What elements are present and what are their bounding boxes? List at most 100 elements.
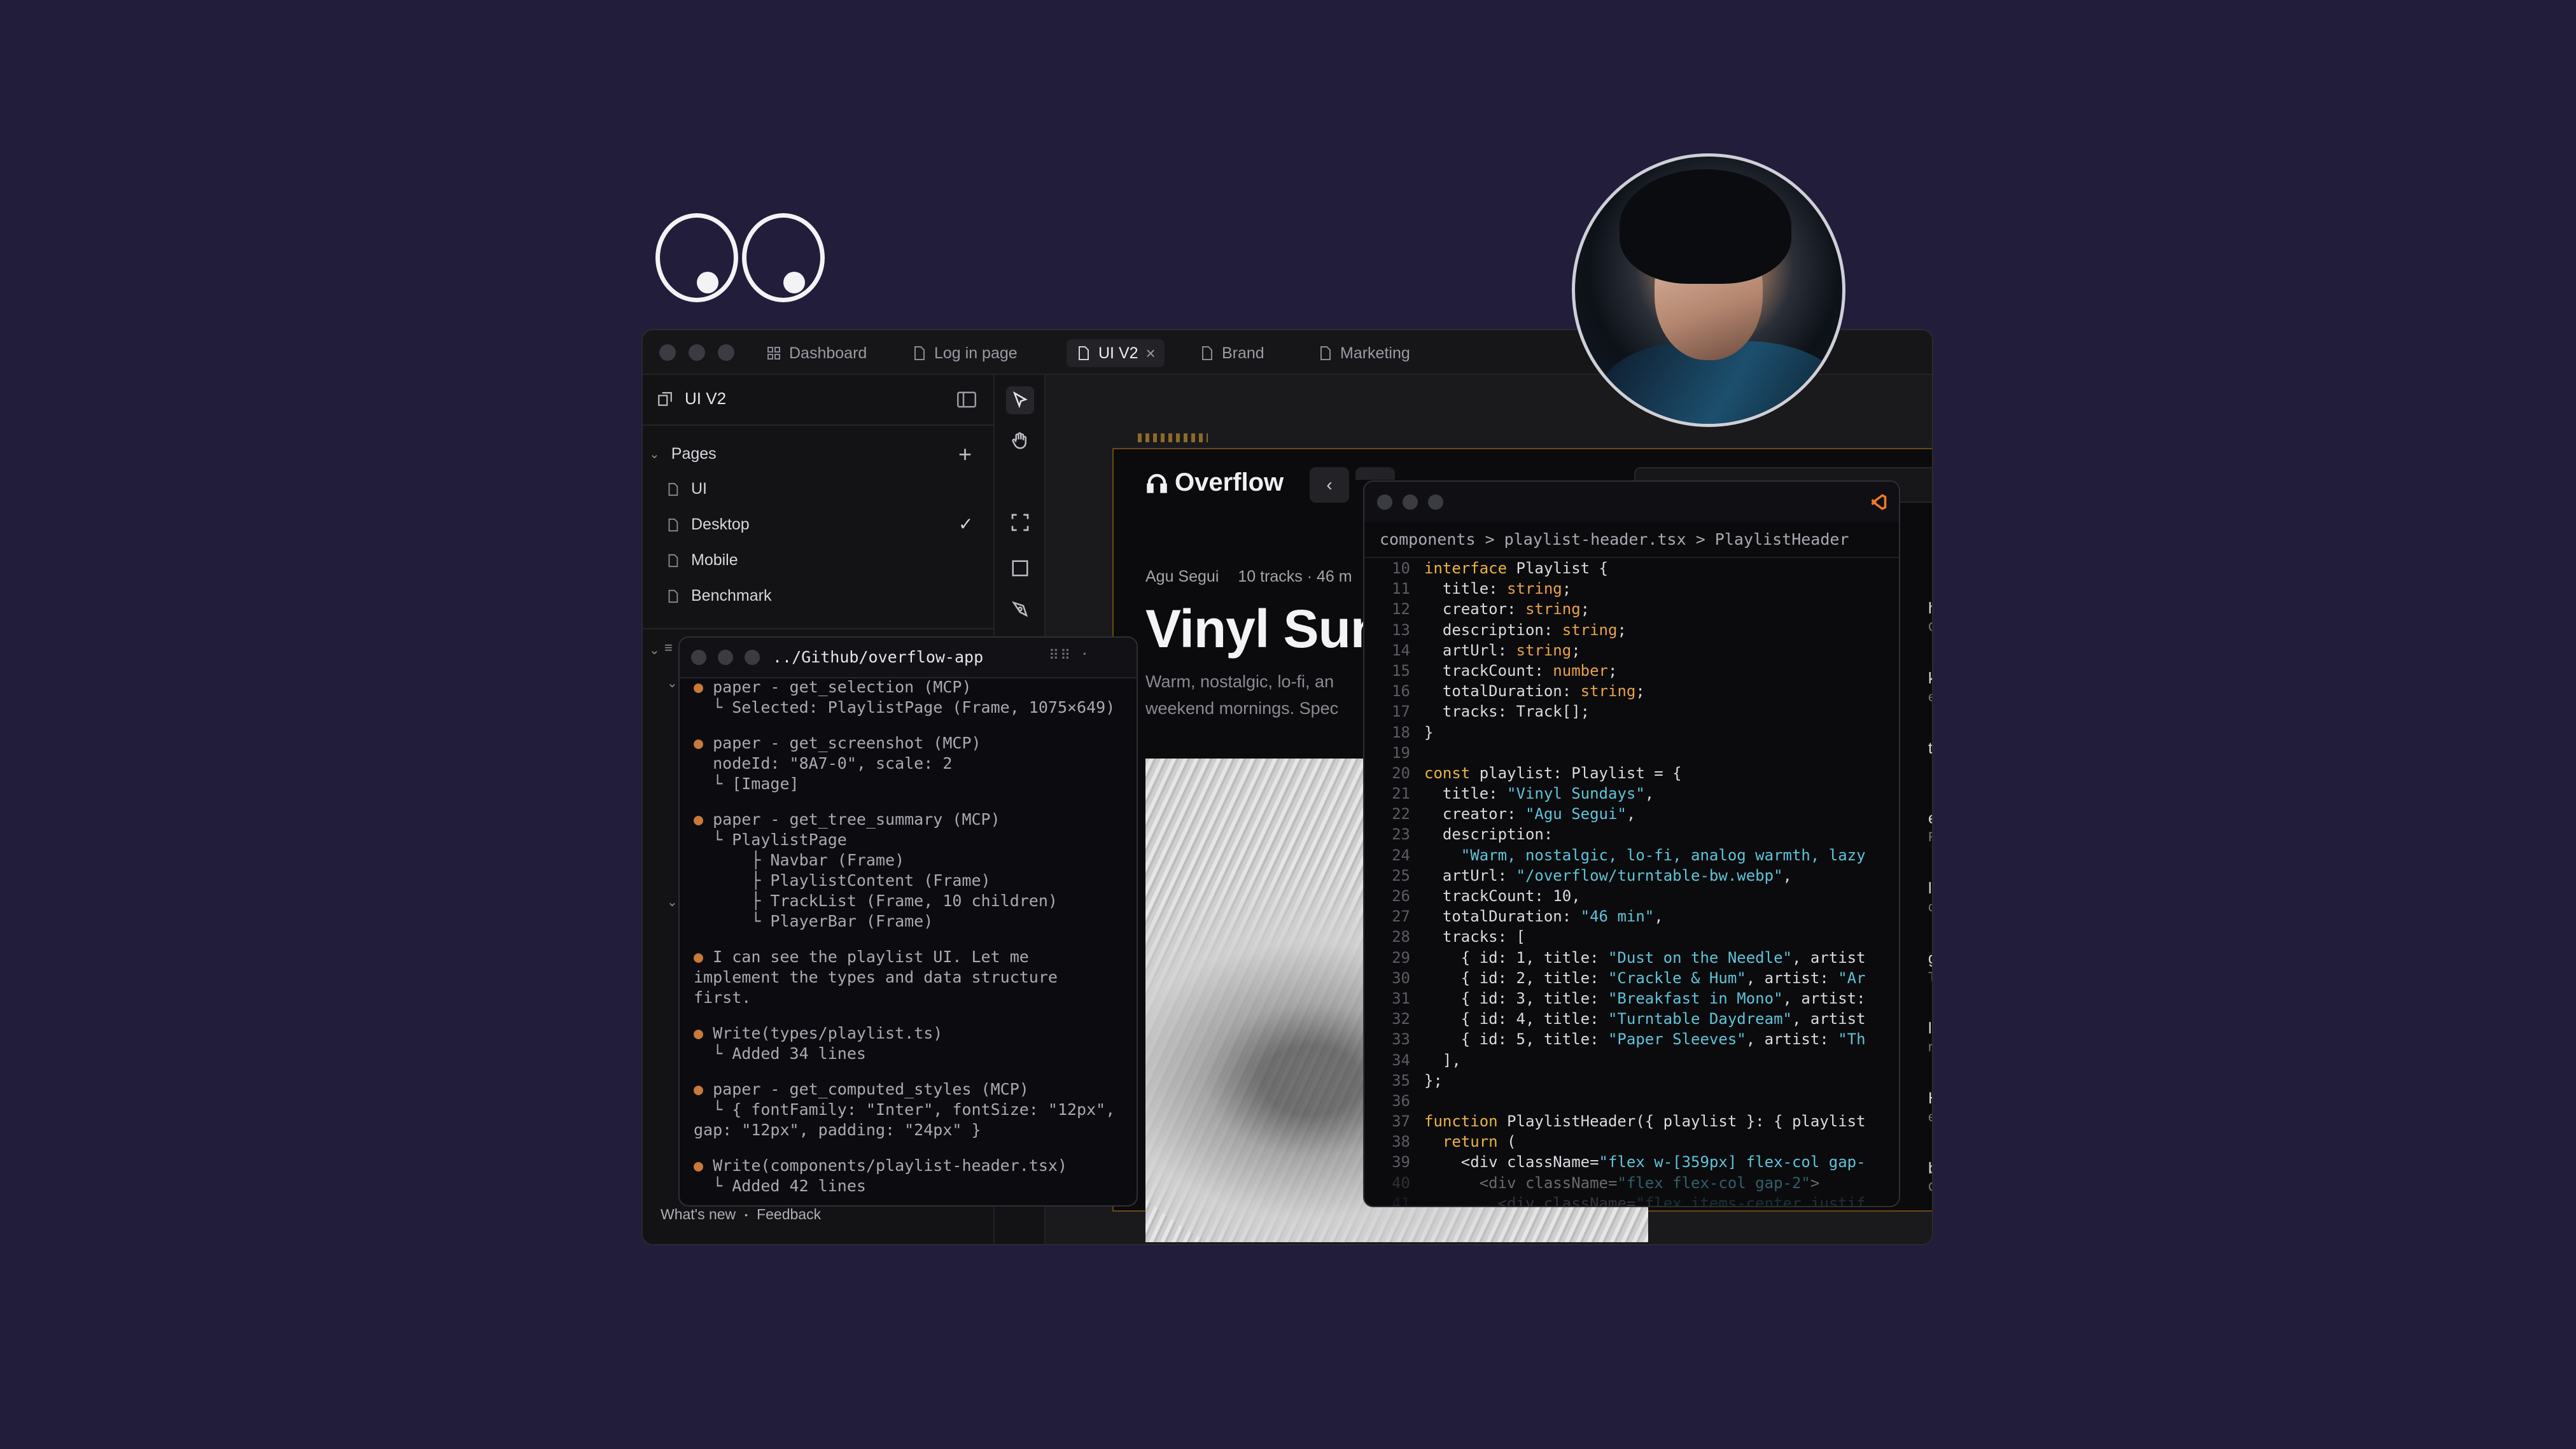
frame-icon <box>1011 514 1029 531</box>
chevron-down-icon: ⌄ <box>649 447 660 461</box>
code-line: 16 totalDuration: string; <box>1364 681 1899 701</box>
close-window-button[interactable] <box>1377 494 1392 510</box>
right-eye-icon <box>742 213 825 302</box>
select-tool[interactable] <box>1006 386 1034 414</box>
line-number: 26 <box>1392 887 1410 905</box>
line-number: 31 <box>1392 989 1410 1007</box>
add-page-icon[interactable]: + <box>958 441 972 468</box>
code-text: { id: 5, title: "Paper Sleeves", artist:… <box>1424 1030 1866 1049</box>
terminal-output-line: └ PlaylistPage <box>694 830 847 850</box>
chevron-down-icon[interactable]: ⌄ <box>649 642 660 658</box>
toggle-sidebar-icon[interactable] <box>957 391 976 408</box>
page-item-label: Benchmark <box>691 587 772 605</box>
chevron-down-icon[interactable]: ⌄ <box>667 675 678 691</box>
track-artist: Groo <box>1928 620 1932 635</box>
close-window-button[interactable] <box>691 650 706 665</box>
vscode-icon[interactable] <box>1870 493 1887 511</box>
hand-tool[interactable] <box>1006 427 1034 455</box>
minimize-window-button[interactable] <box>689 344 705 361</box>
page-item-label: Desktop <box>691 515 750 533</box>
code-line: 36 <box>1364 1091 1899 1111</box>
terminal-text: paper - get_tree_summary (MCP) <box>713 810 1000 829</box>
tab-label: Brand <box>1222 344 1264 362</box>
line-number: 15 <box>1392 661 1410 680</box>
page-item-benchmark[interactable]: Benchmark <box>666 587 771 605</box>
tab-label: Log in page <box>934 344 1018 362</box>
maximize-window-button[interactable] <box>1428 494 1443 510</box>
forward-button[interactable] <box>1355 467 1395 480</box>
editor-titlebar <box>1364 482 1899 522</box>
terminal-output-line: └ PlayerBar (Frame) <box>694 911 933 932</box>
code-editor-window[interactable]: components > playlist-header.tsx > Playl… <box>1363 480 1900 1207</box>
left-eye-icon <box>655 213 738 302</box>
maximize-window-button[interactable] <box>718 344 734 361</box>
tab-marketing[interactable]: Marketing <box>1308 339 1419 367</box>
close-window-button[interactable] <box>659 344 676 361</box>
terminal-text: ├ PlaylistContent (Frame) <box>694 871 991 890</box>
page-item-desktop[interactable]: Desktop <box>666 515 750 534</box>
pen-tool[interactable] <box>1006 595 1034 623</box>
loading-indicator-icon: ⠿⠿ ⠂ <box>1049 648 1093 664</box>
terminal-text: Write(components/playlist-header.tsx) <box>713 1156 1068 1175</box>
page-item-ui[interactable]: UI <box>666 480 707 498</box>
tab-log-in-page[interactable]: Log in page <box>902 339 1026 367</box>
terminal-output-line: first. <box>694 988 751 1008</box>
line-number: 35 <box>1392 1071 1410 1089</box>
code-text: title: "Vinyl Sundays", <box>1424 785 1655 803</box>
pages-section-header[interactable]: ⌄ Pages <box>649 445 717 463</box>
terminal-text: └ PlayerBar (Frame) <box>694 912 934 930</box>
feedback-link[interactable]: Feedback <box>757 1206 821 1223</box>
terminal-window[interactable]: ../Github/overflow-app ⠿⠿ ⠂ ● paper - ge… <box>678 636 1138 1207</box>
rectangle-tool[interactable] <box>1006 554 1034 582</box>
tab-dashboard[interactable]: Dashboard <box>757 339 876 367</box>
divider <box>643 424 993 426</box>
terminal-step: ● paper - get_selection (MCP) <box>694 677 972 697</box>
terminal-step: ● I can see the playlist UI. Let me <box>694 947 1029 967</box>
playlist-description-2: weekend mornings. Spec <box>1145 699 1339 718</box>
page-item-mobile[interactable]: Mobile <box>666 551 738 570</box>
chevron-down-icon[interactable]: ⌄ <box>667 894 678 910</box>
code-text: trackCount: 10, <box>1424 887 1581 905</box>
line-number: 25 <box>1392 866 1410 885</box>
code-view[interactable]: 10 interface Playlist {11 title: string; 1… <box>1364 558 1899 1207</box>
line-number: 13 <box>1392 620 1410 639</box>
divider <box>643 628 993 629</box>
code-text: interface Playlist { <box>1424 559 1608 577</box>
line-number: 41 <box>1392 1194 1410 1207</box>
bullet-icon: ● <box>694 1080 713 1098</box>
code-line: 19 <box>1364 743 1899 763</box>
frame-label <box>1138 433 1208 442</box>
grid-icon <box>767 347 780 360</box>
back-button[interactable]: ‹ <box>1310 467 1349 503</box>
close-tab-icon[interactable]: × <box>1146 344 1156 363</box>
tab-ui-v2[interactable]: UI V2 × <box>1067 339 1165 367</box>
maximize-window-button[interactable] <box>745 650 760 665</box>
terminal-text: ├ TrackList (Frame, 10 children) <box>694 892 1058 910</box>
code-text: ], <box>1424 1051 1461 1069</box>
code-text: tracks: Track[]; <box>1424 703 1590 721</box>
frame-tool[interactable] <box>1006 508 1034 536</box>
code-line: 10 interface Playlist { <box>1364 558 1899 578</box>
minimize-window-button[interactable] <box>1403 494 1418 510</box>
page-icon <box>668 518 678 531</box>
code-line: 35}; <box>1364 1070 1899 1091</box>
bullet-icon: ● <box>694 810 713 829</box>
code-text: } <box>1424 723 1434 741</box>
terminal-text: └ { fontFamily: "Inter", fontSize: "12px… <box>694 1100 1116 1119</box>
code-line: 29 { id: 1, title: "Dust on the Needle",… <box>1364 948 1899 968</box>
page-icon <box>668 482 678 496</box>
whats-new-link[interactable]: What's new <box>661 1206 736 1223</box>
tab-brand[interactable]: Brand <box>1190 339 1273 367</box>
terminal-text: ├ Navbar (Frame) <box>694 851 905 869</box>
track-meta: 10 tracks · 46 m <box>1238 568 1352 585</box>
code-text: tracks: [ <box>1424 928 1525 946</box>
line-number: 24 <box>1392 846 1410 864</box>
page-icon <box>668 554 678 567</box>
terminal-output-line: ├ TrackList (Frame, 10 children) <box>694 891 1058 911</box>
code-line: 34 ], <box>1364 1050 1899 1070</box>
track-title: ges <box>1928 949 1932 968</box>
line-number: 11 <box>1392 580 1410 598</box>
minimize-window-button[interactable] <box>718 650 733 665</box>
code-text: { id: 4, title: "Turntable Daydream", ar… <box>1424 1010 1866 1028</box>
code-text: trackCount: number; <box>1424 661 1618 680</box>
